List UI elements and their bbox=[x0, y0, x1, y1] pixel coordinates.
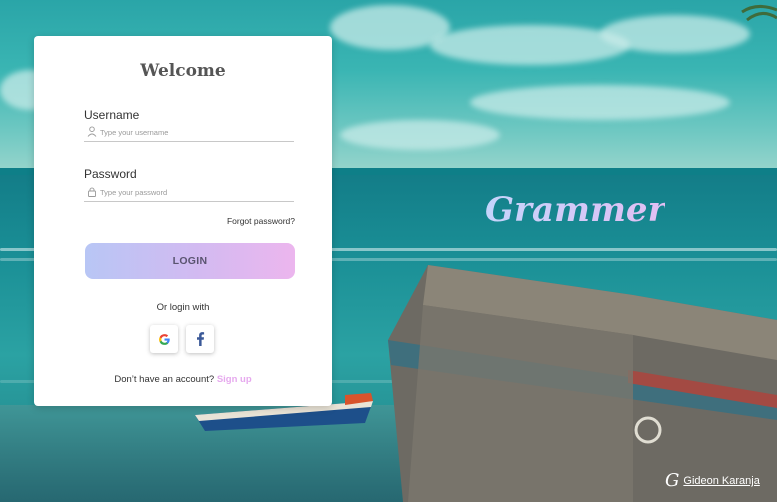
login-card: Welcome Username Password Forgot passwor… bbox=[34, 36, 332, 406]
user-icon bbox=[87, 126, 97, 137]
password-input[interactable] bbox=[100, 185, 290, 199]
login-button[interactable]: LOGIN bbox=[85, 243, 295, 279]
cloud bbox=[600, 15, 750, 53]
username-label: Username bbox=[84, 108, 140, 122]
no-account-text: Don’t have an account? bbox=[114, 374, 215, 385]
login-title: Welcome bbox=[140, 61, 226, 81]
cloud bbox=[340, 120, 500, 150]
username-input[interactable] bbox=[100, 125, 290, 139]
or-login-with-label: Or login with bbox=[156, 302, 210, 313]
credit-logo-icon: G bbox=[665, 470, 680, 491]
google-icon bbox=[158, 333, 170, 345]
forgot-password-link[interactable]: Forgot password? bbox=[84, 216, 295, 226]
facebook-icon bbox=[197, 332, 205, 346]
credit-author-link[interactable]: Gideon Karanja bbox=[683, 475, 759, 487]
google-login-button[interactable] bbox=[150, 325, 178, 353]
password-label: Password bbox=[84, 167, 137, 181]
cloud bbox=[470, 85, 730, 120]
signup-row: Don’t have an account? Sign up bbox=[34, 374, 332, 385]
signup-link[interactable]: Sign up bbox=[217, 374, 252, 385]
tree-branch bbox=[741, 5, 777, 22]
facebook-login-button[interactable] bbox=[186, 325, 214, 353]
username-field bbox=[84, 125, 294, 142]
brand-logo-text: Grammer bbox=[485, 190, 666, 230]
wooden-boat bbox=[388, 265, 777, 502]
photo-credit: G Gideon Karanja bbox=[665, 470, 760, 492]
lock-icon bbox=[88, 187, 96, 197]
password-field bbox=[84, 185, 294, 202]
